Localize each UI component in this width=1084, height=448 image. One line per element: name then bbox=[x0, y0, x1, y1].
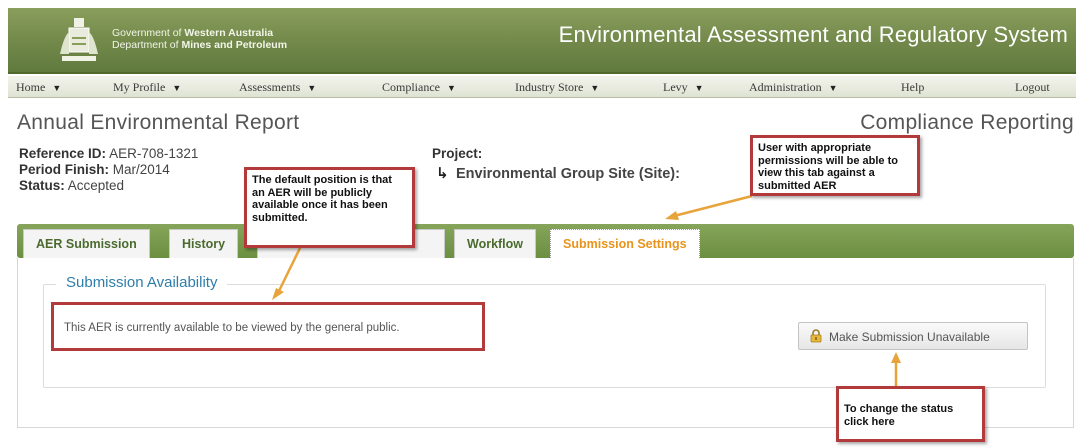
nav-item-administration[interactable]: Administration ▼ bbox=[749, 80, 838, 95]
project-label: Project: bbox=[432, 146, 483, 161]
callout-change-status: To change the status click here bbox=[836, 386, 985, 442]
tab-history[interactable]: History bbox=[169, 229, 239, 258]
nav-item-compliance[interactable]: Compliance ▼ bbox=[382, 80, 456, 95]
tab-workflow[interactable]: Workflow bbox=[454, 229, 537, 258]
callout-permissions: User with appropriate permissions will b… bbox=[750, 135, 920, 196]
make-unavailable-label: Make Submission Unavailable bbox=[829, 330, 990, 344]
chevron-down-icon: ▼ bbox=[828, 83, 838, 93]
page-title: Annual Environmental Report bbox=[17, 111, 300, 134]
nav-item-industry-store[interactable]: Industry Store ▼ bbox=[515, 80, 599, 95]
chevron-down-icon: ▼ bbox=[446, 83, 456, 93]
chevron-down-icon: ▼ bbox=[52, 83, 62, 93]
nav-item-logout[interactable]: Logout bbox=[1015, 80, 1050, 95]
return-arrow-icon: ↳ bbox=[436, 165, 449, 182]
chevron-down-icon: ▼ bbox=[307, 83, 317, 93]
wa-coat-of-arms-icon bbox=[60, 18, 98, 61]
site-label: Environmental Group Site (Site): bbox=[456, 166, 680, 182]
callout-arrowhead-permissions bbox=[665, 211, 679, 220]
nav-item-home[interactable]: Home ▼ bbox=[16, 80, 61, 95]
chevron-down-icon: ▼ bbox=[590, 83, 600, 93]
tab-bar: AER Submission History Workflow Submissi… bbox=[17, 224, 1074, 258]
chevron-down-icon: ▼ bbox=[694, 83, 704, 93]
callout-default-position: The default position is that an AER will… bbox=[244, 167, 415, 248]
nav-item-my-profile[interactable]: My Profile ▼ bbox=[113, 80, 181, 95]
make-unavailable-button[interactable]: Make Submission Unavailable bbox=[798, 322, 1028, 350]
reference-id: Reference ID: AER-708-1321 bbox=[19, 146, 199, 161]
tab-submission-settings[interactable]: Submission Settings bbox=[550, 229, 700, 258]
callout-arrow-permissions bbox=[673, 194, 753, 218]
highlight-box bbox=[51, 302, 485, 351]
nav-item-assessments[interactable]: Assessments ▼ bbox=[239, 80, 316, 95]
app-header: Government of Western Australia Departme… bbox=[8, 8, 1076, 74]
system-title: Environmental Assessment and Regulatory … bbox=[558, 22, 1068, 47]
nav-item-levy[interactable]: Levy ▼ bbox=[663, 80, 704, 95]
status: Status: Accepted bbox=[19, 178, 125, 193]
chevron-down-icon: ▼ bbox=[172, 83, 182, 93]
tab-aer-submission[interactable]: AER Submission bbox=[23, 229, 150, 258]
nav-item-help[interactable]: Help bbox=[901, 80, 924, 95]
availability-legend: Submission Availability bbox=[56, 274, 228, 291]
section-title: Compliance Reporting bbox=[860, 111, 1074, 134]
main-nav: Home ▼ My Profile ▼ Assessments ▼ Complianc… bbox=[8, 76, 1076, 98]
period-finish: Period Finish: Mar/2014 bbox=[19, 162, 170, 177]
government-name: Government of Western Australia Departme… bbox=[112, 27, 288, 51]
lock-icon bbox=[810, 329, 822, 343]
